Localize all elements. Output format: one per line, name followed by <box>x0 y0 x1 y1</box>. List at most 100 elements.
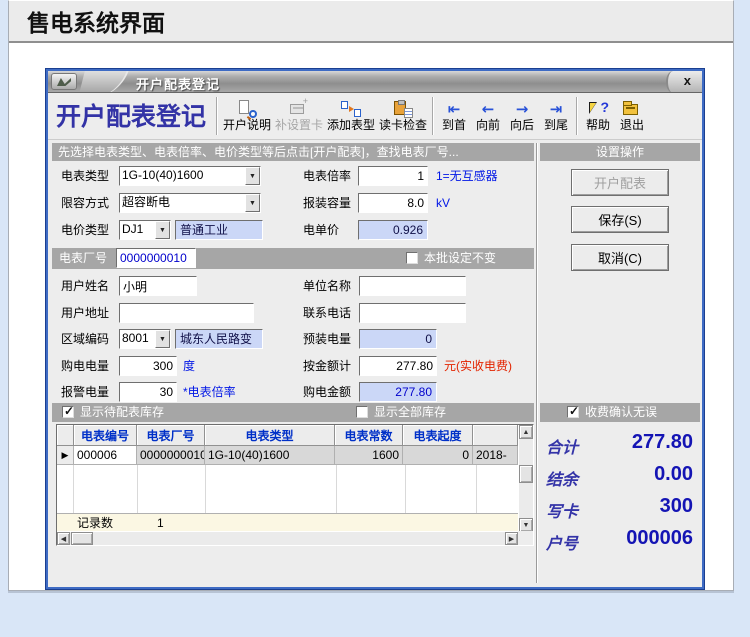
open-instructions-button[interactable]: 开户说明 <box>221 95 273 138</box>
table-row[interactable]: ▶ 000006 0000000010 1G-10(40)1600 1600 0… <box>57 446 518 465</box>
clipboard-check-icon <box>392 100 414 118</box>
scroll-left-icon[interactable]: ◀ <box>57 532 70 545</box>
chevron-down-icon[interactable]: ▼ <box>155 221 170 239</box>
alarm-qty-input[interactable] <box>119 382 177 402</box>
total-label: 合计 <box>546 438 579 457</box>
chevron-down-icon[interactable]: ▼ <box>245 167 260 185</box>
capacity-input[interactable] <box>358 193 428 213</box>
add-pages-icon <box>340 100 362 118</box>
phone-input[interactable] <box>359 303 466 323</box>
org-name-input[interactable] <box>359 276 466 296</box>
horizontal-scroll-thumb[interactable] <box>71 532 93 545</box>
toolbar-separator <box>576 97 579 135</box>
vertical-scrollbar[interactable]: ▲ ▼ <box>518 425 533 532</box>
card-plus-icon <box>288 96 310 118</box>
preset-qty-label: 预装电量 <box>303 332 352 346</box>
show-all-checkbox[interactable] <box>356 406 368 418</box>
dialog-title: 开户配表登记 <box>136 77 221 92</box>
write-card-label: 写卡 <box>546 502 579 521</box>
capacity-label: 报装容量 <box>303 196 352 210</box>
toolbar-title: 开户配表登记 <box>56 102 207 131</box>
scroll-up-icon[interactable]: ▲ <box>519 425 533 439</box>
record-count-label: 记录数 <box>77 516 114 530</box>
purchase-qty-label: 购电电量 <box>61 359 110 373</box>
side-panel-header: 设置操作 <box>540 143 700 161</box>
chevron-down-icon[interactable]: ▼ <box>245 194 260 212</box>
purchase-amount-value: 277.80 <box>359 382 437 402</box>
batch-label: 本批设定不变 <box>424 251 497 265</box>
toolbar: 开户配表登记 开户说明 补设置卡 添加表型 读卡检查 <box>48 93 702 140</box>
area-code-select[interactable]: 8001 ▼ <box>119 329 171 349</box>
scroll-right-icon[interactable]: ▶ <box>505 532 518 545</box>
page: 售电系统界面 开户配表登记 x 开户配表登记 开户说明 + 补设置卡 添加表型 … <box>0 0 750 637</box>
nav-first-button[interactable]: ⇤ 到首 <box>437 95 471 138</box>
exit-button[interactable]: 退出 <box>615 95 649 138</box>
page-title: 售电系统界面 <box>27 10 165 36</box>
user-name-input[interactable] <box>119 276 197 296</box>
by-amount-input[interactable] <box>359 356 437 376</box>
meter-type-label: 电表类型 <box>61 169 110 183</box>
balance-label: 结余 <box>546 470 579 489</box>
grid-header-meter-type[interactable]: 电表类型 <box>205 425 335 446</box>
supplement-card-button[interactable]: 补设置卡 <box>273 95 325 138</box>
read-card-check-button[interactable]: 读卡检查 <box>377 95 429 138</box>
total-value: 277.80 <box>631 431 693 453</box>
fee-confirm-label: 收费确认无误 <box>585 405 658 419</box>
help-button[interactable]: ? 帮助 <box>581 95 615 138</box>
limit-mode-select[interactable]: 超容断电 ▼ <box>119 193 261 213</box>
alarm-qty-unit: *电表倍率 <box>183 385 236 399</box>
account-meter-dialog: 开户配表登记 x 开户配表登记 开户说明 补设置卡 添加表型 <box>46 69 704 589</box>
nav-prev-button[interactable]: ← 向前 <box>471 95 505 138</box>
preset-qty-value: 0 <box>359 329 437 349</box>
vertical-scroll-thumb[interactable] <box>519 465 533 483</box>
account-no-value: 000006 <box>626 527 693 549</box>
grid-header-meter-no[interactable]: 电表编号 <box>74 425 137 446</box>
grid-header-constant[interactable]: 电表常数 <box>335 425 403 446</box>
meter-ratio-input[interactable] <box>358 166 428 186</box>
nav-last-button[interactable]: ⇥ 到尾 <box>539 95 573 138</box>
show-pending-checkbox[interactable] <box>62 404 74 418</box>
help-cursor-icon: ? <box>587 100 609 118</box>
factory-no-label: 电表厂号 <box>59 251 108 265</box>
grid-footer-row: 记录数 1 <box>57 513 518 532</box>
write-card-value: 300 <box>659 495 693 517</box>
grid-header-extra[interactable] <box>473 425 518 446</box>
content-card: 售电系统界面 开户配表登记 x 开户配表登记 开户说明 + 补设置卡 添加表型 … <box>8 0 734 591</box>
grid-header-start[interactable]: 电表起度 <box>403 425 473 446</box>
area-code-desc: 城东人民路变 <box>175 329 263 349</box>
user-addr-input[interactable] <box>119 303 254 323</box>
close-button[interactable]: x <box>684 73 691 88</box>
grid-header-selector <box>57 425 74 446</box>
page-header: 售电系统界面 <box>9 1 733 43</box>
prev-arrow-icon: ← <box>481 99 495 118</box>
factory-no-input[interactable] <box>116 248 196 268</box>
add-meter-type-button[interactable]: 添加表型 <box>325 95 377 138</box>
batch-checkbox[interactable] <box>406 252 418 264</box>
exit-folder-icon <box>621 100 643 118</box>
app-logo-icon <box>51 73 77 90</box>
record-count-value: 1 <box>157 516 164 530</box>
cancel-button[interactable]: 取消(C) <box>571 244 669 271</box>
chevron-down-icon[interactable]: ▼ <box>155 330 170 348</box>
capacity-unit: kV <box>436 196 451 210</box>
nav-next-button[interactable]: → 向后 <box>505 95 539 138</box>
scroll-down-icon[interactable]: ▼ <box>519 518 533 532</box>
toolbar-separator <box>216 97 219 135</box>
horizontal-scrollbar[interactable]: ◀ ▶ <box>57 531 518 545</box>
by-amount-label: 按金额计 <box>303 359 352 373</box>
unit-price-value: 0.926 <box>358 220 428 240</box>
titlebar-swoosh <box>78 71 130 92</box>
save-button[interactable]: 保存(S) <box>571 206 669 233</box>
price-type-select[interactable]: DJ1 ▼ <box>119 220 171 240</box>
area-code-label: 区域编码 <box>61 332 110 346</box>
open-account-config-button[interactable]: 开户配表 <box>571 169 669 196</box>
phone-label: 联系电话 <box>303 306 352 320</box>
purchase-amount-label: 购电金额 <box>303 385 352 399</box>
grid-header-factory-no[interactable]: 电表厂号 <box>137 425 205 446</box>
meter-ratio-hint: 1=无互感器 <box>436 169 498 183</box>
fee-confirm-checkbox[interactable] <box>567 404 579 418</box>
purchase-qty-input[interactable] <box>119 356 177 376</box>
dialog-titlebar[interactable]: 开户配表登记 x <box>48 71 702 93</box>
meter-ratio-label: 电表倍率 <box>303 169 352 183</box>
meter-type-select[interactable]: 1G-10(40)1600 ▼ <box>119 166 261 186</box>
